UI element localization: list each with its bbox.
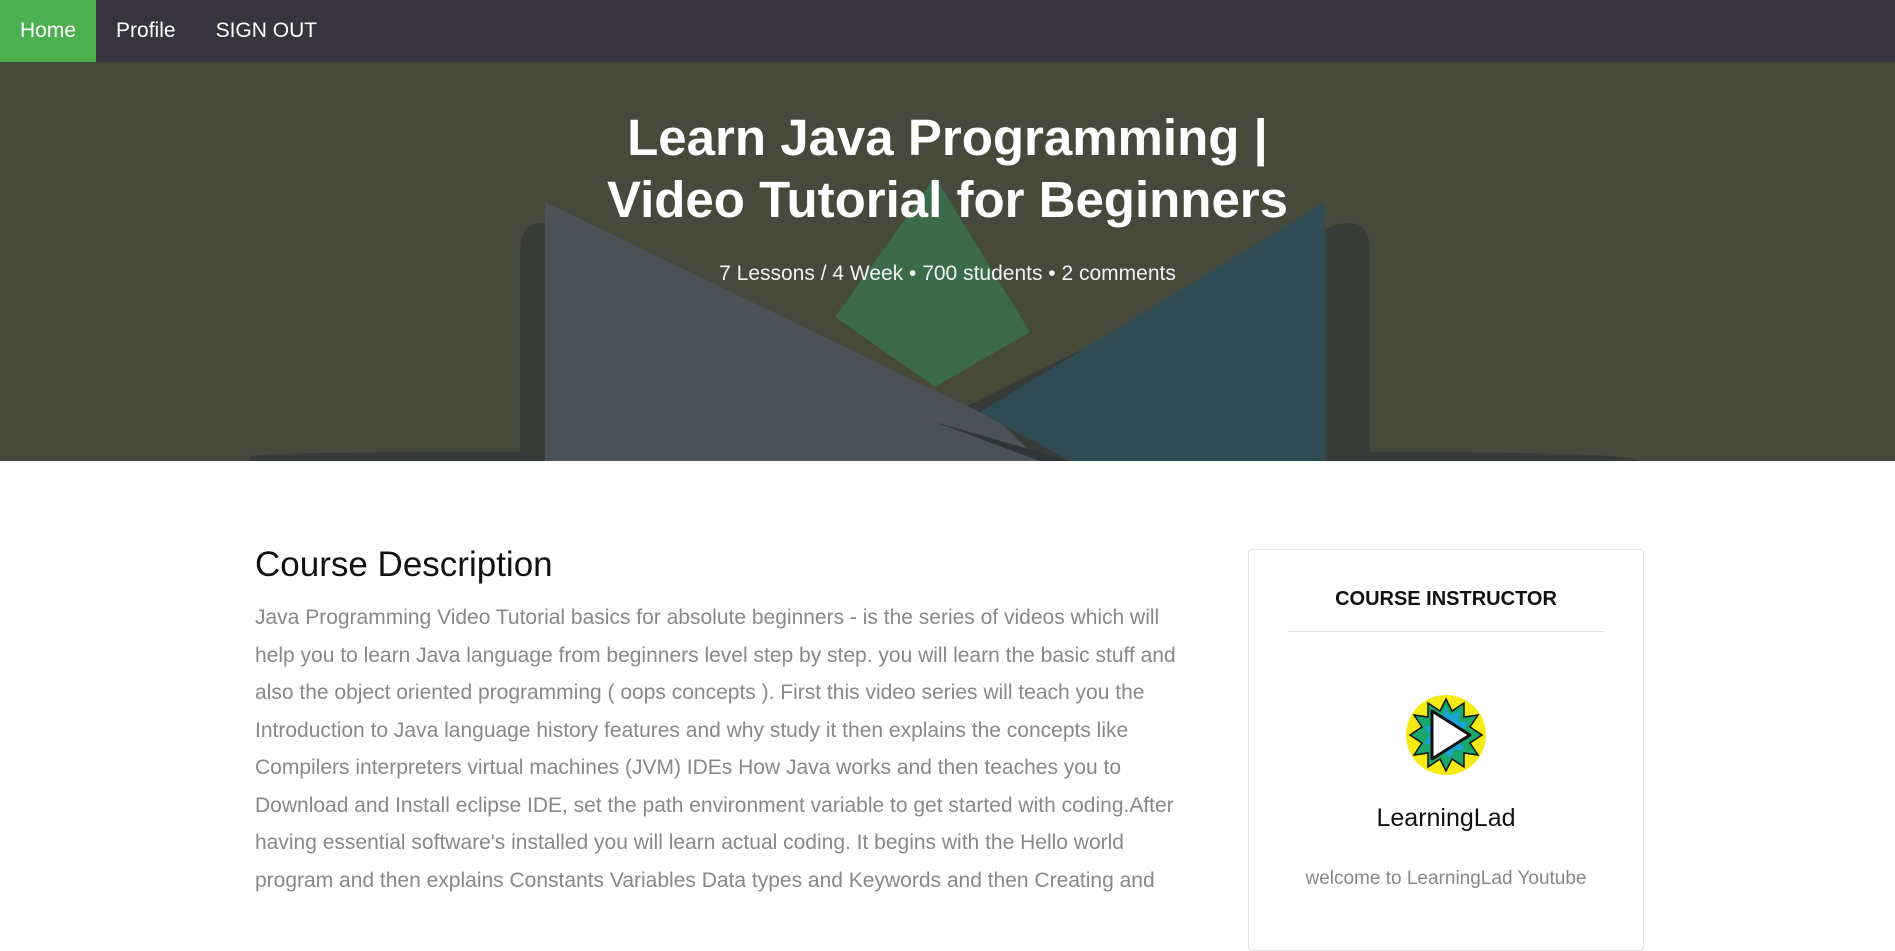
course-title: Learn Java Programming | Video Tutorial …: [0, 107, 1895, 231]
course-description-heading: Course Description: [255, 545, 553, 584]
course-instructor-card: COURSE INSTRUCTOR LearningLad welcome to…: [1248, 549, 1644, 951]
nav-sign-out-link[interactable]: SIGN OUT: [196, 0, 338, 62]
play-logo-icon: [1406, 695, 1486, 775]
instructor-bio: welcome to LearningLad Youtube: [1305, 868, 1587, 889]
course-meta: 7 Lessons / 4 Week • 700 students • 2 co…: [719, 262, 1176, 285]
course-title-line-2: Video Tutorial for Beginners: [606, 171, 1289, 228]
instructor-name[interactable]: LearningLad: [1249, 804, 1643, 833]
nav-profile-link[interactable]: Profile: [96, 0, 196, 62]
top-navigation-bar: Home Profile SIGN OUT: [0, 0, 1895, 62]
nav-home-link[interactable]: Home: [0, 0, 97, 62]
card-divider: [1287, 631, 1605, 632]
course-description-text: Java Programming Video Tutorial basics f…: [255, 606, 1176, 892]
course-title-line-1: Learn Java Programming |: [627, 109, 1268, 166]
course-hero-banner: Learn Java Programming | Video Tutorial …: [0, 62, 1895, 461]
course-description-section: Course Description Java Programming Vide…: [255, 545, 1190, 899]
instructor-card-heading: COURSE INSTRUCTOR: [1335, 588, 1557, 610]
